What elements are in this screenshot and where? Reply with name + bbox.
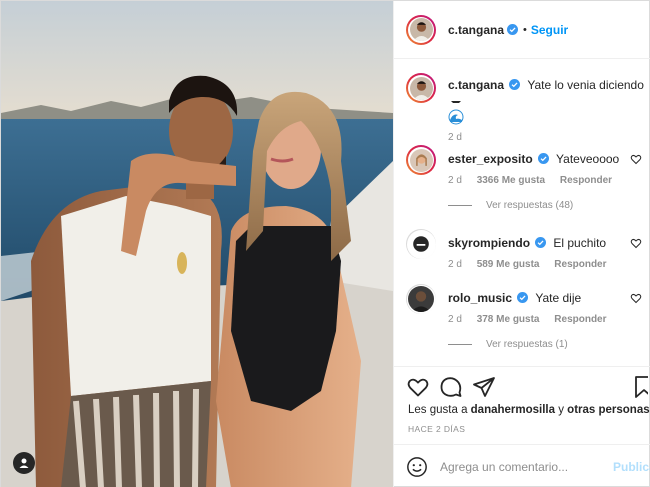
reply-button[interactable]: Responder <box>560 175 612 186</box>
comment-item: ester_exposito Yateveoooo 2 d 3366 Me gu… <box>406 145 646 186</box>
wave-emoji <box>448 109 646 128</box>
comment-time[interactable]: 2 d <box>448 259 462 270</box>
caption: c.tangana Yate lo venia diciendo 2 d <box>406 73 646 143</box>
commenter-username[interactable]: skyrompiendo <box>448 236 530 250</box>
replies-divider <box>448 344 472 345</box>
caption-avatar[interactable] <box>406 73 436 103</box>
comment-input[interactable] <box>440 459 608 474</box>
replies-divider <box>448 205 472 206</box>
profile-photo-icon <box>408 231 434 257</box>
post-side-panel: c.tangana • Seguir c.tangana Yate lo ven… <box>393 1 650 487</box>
like-comment-icon[interactable] <box>630 237 642 249</box>
caption-text: Yate lo venia diciendo <box>527 78 644 92</box>
liked-by: Les gusta a danahermosilla y otras perso… <box>408 404 650 416</box>
comment-icon[interactable] <box>439 375 463 399</box>
verified-badge-icon <box>535 237 547 248</box>
liked-by-user[interactable]: danahermosilla <box>471 404 555 416</box>
commenter-username[interactable]: ester_exposito <box>448 152 533 166</box>
profile-photo-icon <box>409 76 433 100</box>
emoji-icon[interactable] <box>406 456 428 478</box>
separator-dot: • <box>523 23 527 36</box>
bookmark-icon <box>635 376 648 398</box>
comment-item: skyrompiendo El puchito 2 d 589 Me gusta… <box>406 229 646 270</box>
share-icon[interactable] <box>472 375 496 399</box>
verified-badge-icon <box>517 292 529 303</box>
tagged-users-button[interactable] <box>13 452 35 474</box>
like-comment-icon[interactable] <box>630 153 642 165</box>
liked-by-prefix: Les gusta a <box>408 404 471 416</box>
comment-text: Yate dije <box>535 291 582 305</box>
like-comment-icon[interactable] <box>630 292 642 304</box>
post-header: c.tangana • Seguir <box>394 1 650 59</box>
reply-button[interactable]: Responder <box>554 259 606 270</box>
publish-button[interactable]: Publicar <box>613 460 650 474</box>
commenter-avatar[interactable] <box>406 145 436 175</box>
view-replies[interactable]: Ver respuestas (1) <box>448 339 568 350</box>
action-icons <box>406 375 505 399</box>
comment-likes[interactable]: 378 Me gusta <box>477 314 540 325</box>
user-icon <box>19 458 29 468</box>
instagram-post: c.tangana • Seguir c.tangana Yate lo ven… <box>0 0 650 487</box>
caption-time[interactable]: 2 d <box>448 132 462 143</box>
comment-time[interactable]: 2 d <box>448 175 462 186</box>
comment-likes[interactable]: 3366 Me gusta <box>477 175 545 186</box>
profile-photo-icon <box>408 286 434 312</box>
follow-button[interactable]: Seguir <box>531 23 568 37</box>
post-timestamp[interactable]: HACE 2 DÍAS <box>408 424 465 434</box>
post-photo-illustration <box>1 1 393 487</box>
verified-badge-icon <box>507 24 519 35</box>
comment-time[interactable]: 2 d <box>448 314 462 325</box>
profile-photo-icon <box>409 148 433 172</box>
comment-text: Yateveoooo <box>556 152 620 166</box>
post-actions: Les gusta a danahermosilla y otras perso… <box>394 366 650 444</box>
view-replies-label[interactable]: Ver respuestas (48) <box>486 200 573 211</box>
view-replies[interactable]: Ver respuestas (48) <box>448 200 573 211</box>
verified-badge-icon <box>509 79 521 90</box>
reply-button[interactable]: Responder <box>554 314 606 325</box>
heart-icon[interactable] <box>406 375 430 399</box>
sailboat-emoji-icon <box>451 101 461 103</box>
post-photo[interactable] <box>1 1 393 487</box>
view-replies-label[interactable]: Ver respuestas (1) <box>486 339 568 350</box>
verified-badge-icon <box>537 153 549 164</box>
commenter-username[interactable]: rolo_music <box>448 291 512 305</box>
wave-emoji-icon <box>448 109 464 125</box>
author-username[interactable]: c.tangana <box>448 23 504 37</box>
author-avatar[interactable] <box>406 14 436 45</box>
comment-text: El puchito <box>553 236 607 250</box>
add-comment-bar: Publicar <box>394 444 650 487</box>
liked-by-joiner: y <box>555 404 568 416</box>
commenter-avatar[interactable] <box>406 284 436 314</box>
save-button[interactable] <box>634 375 648 399</box>
comment-likes[interactable]: 589 Me gusta <box>477 259 540 270</box>
comment-item: rolo_music Yate dije 2 d 378 Me gusta Re… <box>406 284 646 325</box>
profile-photo-icon <box>409 18 433 41</box>
comments-list[interactable]: c.tangana Yate lo venia diciendo 2 d est… <box>394 59 650 366</box>
commenter-avatar[interactable] <box>406 229 436 259</box>
liked-by-others[interactable]: otras personas <box>567 404 649 416</box>
caption-username[interactable]: c.tangana <box>448 78 504 92</box>
